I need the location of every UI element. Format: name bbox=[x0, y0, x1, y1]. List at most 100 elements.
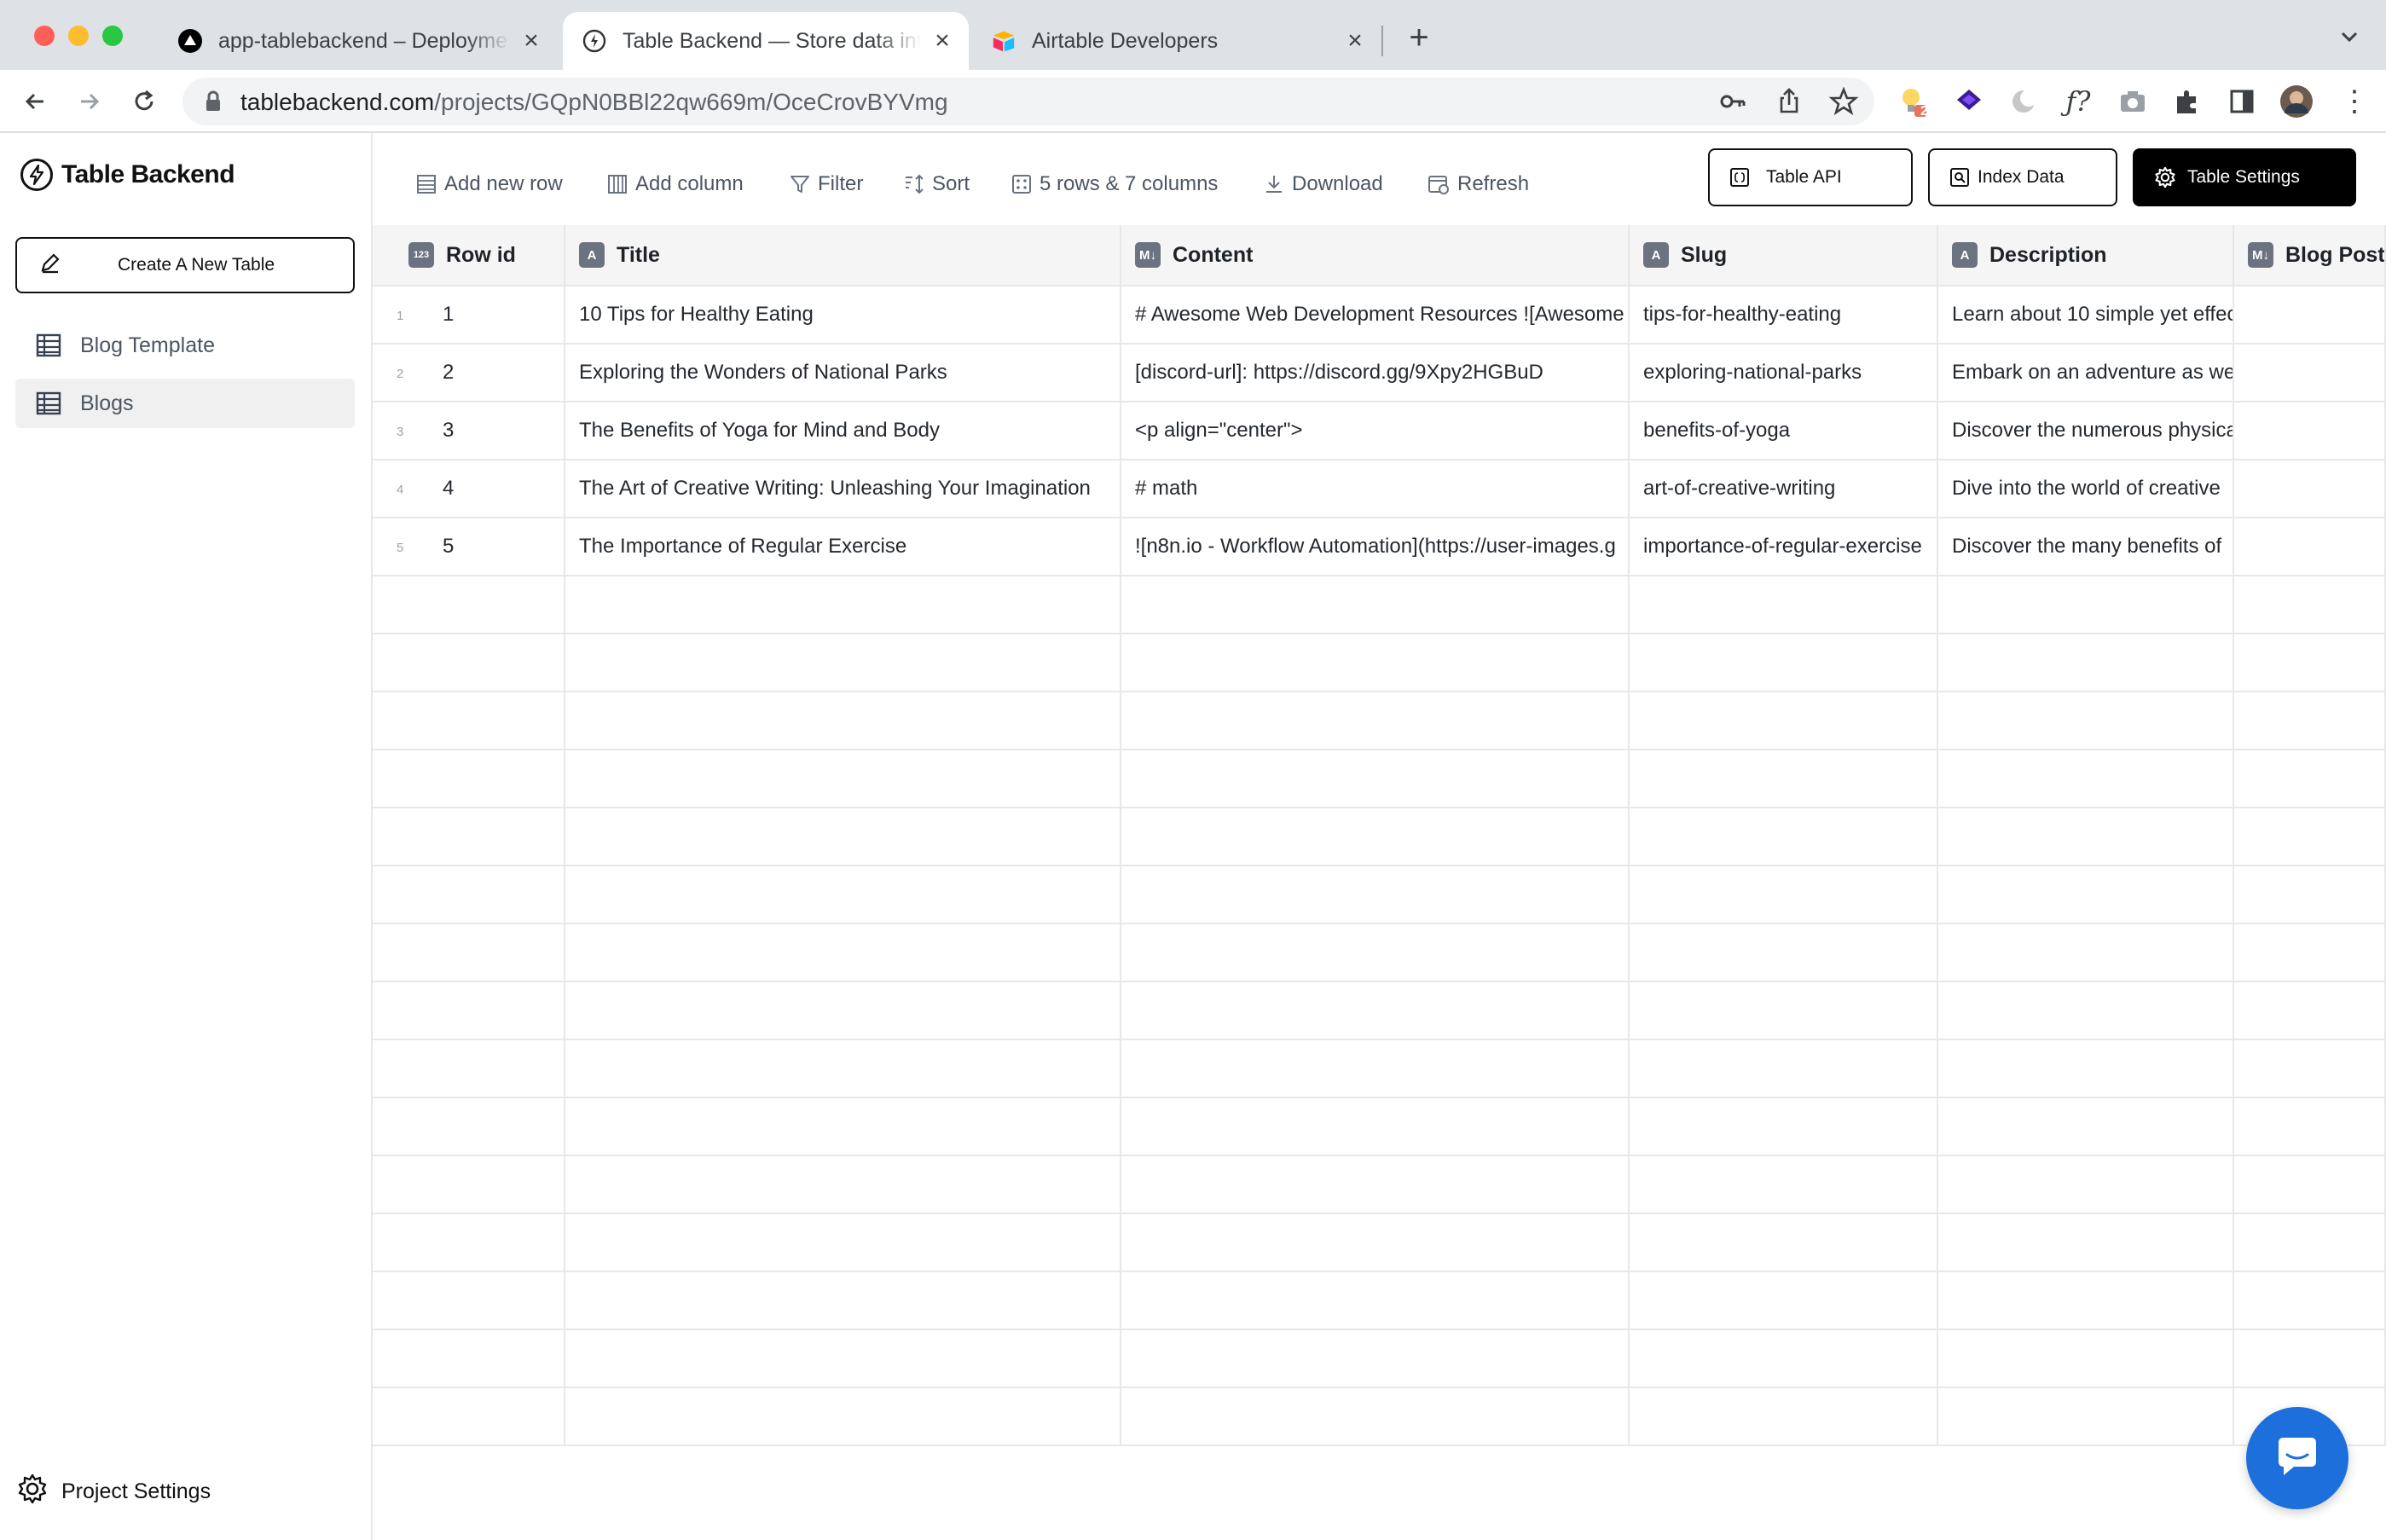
empty-cell[interactable] bbox=[1630, 692, 1938, 750]
column-header-slug[interactable]: A Slug bbox=[1630, 225, 1938, 287]
empty-cell[interactable] bbox=[373, 866, 565, 924]
reload-icon[interactable] bbox=[125, 82, 164, 121]
empty-cell[interactable] bbox=[2234, 1214, 2386, 1272]
share-icon[interactable] bbox=[1774, 86, 1804, 121]
create-table-button[interactable]: Create A New Table bbox=[15, 237, 355, 293]
empty-cell[interactable] bbox=[2234, 750, 2386, 808]
minimize-window-button[interactable] bbox=[68, 26, 89, 46]
empty-cell[interactable] bbox=[1630, 1098, 1938, 1156]
empty-cell[interactable] bbox=[1938, 1388, 2234, 1446]
table-summary[interactable]: 5 rows & 7 columns bbox=[1011, 167, 1218, 201]
empty-cell[interactable] bbox=[1121, 1330, 1630, 1388]
bookmark-star-icon[interactable] bbox=[1828, 86, 1859, 121]
add-column-button[interactable]: Add column bbox=[606, 167, 744, 201]
empty-cell[interactable] bbox=[1121, 1156, 1630, 1214]
table-cell[interactable]: 1 bbox=[373, 287, 565, 344]
empty-cell[interactable] bbox=[1938, 1272, 2234, 1330]
project-settings-button[interactable]: Project Settings bbox=[15, 1472, 211, 1512]
empty-cell[interactable] bbox=[565, 750, 1121, 808]
empty-cell[interactable] bbox=[1630, 1388, 1938, 1446]
empty-cell[interactable] bbox=[565, 1156, 1121, 1214]
empty-cell[interactable] bbox=[1938, 692, 2234, 750]
layers-extension-icon[interactable] bbox=[1949, 82, 1989, 121]
empty-cell[interactable] bbox=[1938, 866, 2234, 924]
empty-cell[interactable] bbox=[1630, 1330, 1938, 1388]
empty-cell[interactable] bbox=[565, 1330, 1121, 1388]
empty-cell[interactable] bbox=[373, 1272, 565, 1330]
empty-cell[interactable] bbox=[1938, 576, 2234, 634]
empty-cell[interactable] bbox=[1630, 924, 1938, 982]
add-row-button[interactable]: Add new row bbox=[415, 167, 563, 201]
empty-cell[interactable] bbox=[1938, 1330, 2234, 1388]
empty-cell[interactable] bbox=[2234, 924, 2386, 982]
table-cell[interactable]: 4 bbox=[373, 460, 565, 518]
table-cell[interactable]: The Benefits of Yoga for Mind and Body bbox=[565, 402, 1121, 460]
browser-tab-airtable[interactable]: Airtable Developers × bbox=[972, 12, 1381, 70]
empty-cell[interactable] bbox=[373, 1040, 565, 1098]
filter-button[interactable]: Filter bbox=[789, 167, 863, 201]
empty-cell[interactable] bbox=[373, 750, 565, 808]
empty-cell[interactable] bbox=[565, 1214, 1121, 1272]
empty-cell[interactable] bbox=[2234, 692, 2386, 750]
column-header-content[interactable]: M↓ Content bbox=[1121, 225, 1630, 287]
table-cell[interactable]: # math bbox=[1121, 460, 1630, 518]
empty-cell[interactable] bbox=[1938, 808, 2234, 866]
empty-cell[interactable] bbox=[1938, 1156, 2234, 1214]
empty-cell[interactable] bbox=[565, 692, 1121, 750]
empty-cell[interactable] bbox=[2234, 982, 2386, 1040]
empty-cell[interactable] bbox=[373, 1388, 565, 1446]
empty-cell[interactable] bbox=[373, 1098, 565, 1156]
empty-cell[interactable] bbox=[1938, 1214, 2234, 1272]
download-button[interactable]: Download bbox=[1263, 167, 1383, 201]
moon-extension-icon[interactable] bbox=[2004, 82, 2043, 121]
empty-cell[interactable] bbox=[1121, 808, 1630, 866]
empty-cell[interactable] bbox=[1121, 1098, 1630, 1156]
browser-menu-icon[interactable]: ⋮ bbox=[2335, 82, 2374, 121]
empty-cell[interactable] bbox=[1630, 634, 1938, 692]
empty-cell[interactable] bbox=[1121, 634, 1630, 692]
empty-cell[interactable] bbox=[2234, 866, 2386, 924]
empty-cell[interactable] bbox=[373, 808, 565, 866]
empty-cell[interactable] bbox=[1938, 634, 2234, 692]
sidebar-item-blog-template[interactable]: Blog Template bbox=[15, 321, 355, 370]
table-cell[interactable]: The Importance of Regular Exercise bbox=[565, 518, 1121, 576]
empty-cell[interactable] bbox=[565, 1098, 1121, 1156]
table-cell[interactable]: 5 bbox=[373, 518, 565, 576]
table-cell[interactable]: Learn about 10 simple yet effective bbox=[1938, 287, 2234, 344]
empty-cell[interactable] bbox=[2234, 808, 2386, 866]
refresh-button[interactable]: Refresh bbox=[1427, 167, 1529, 201]
chat-support-button[interactable] bbox=[2246, 1407, 2348, 1509]
column-header-blog-post[interactable]: M↓ Blog Post bbox=[2234, 225, 2386, 287]
empty-cell[interactable] bbox=[565, 982, 1121, 1040]
empty-cell[interactable] bbox=[373, 982, 565, 1040]
index-data-button[interactable]: Index Data bbox=[1928, 148, 2117, 206]
empty-cell[interactable] bbox=[1630, 1040, 1938, 1098]
close-tab-icon[interactable]: × bbox=[518, 26, 544, 55]
table-cell[interactable]: Discover the numerous physical bbox=[1938, 402, 2234, 460]
table-api-button[interactable]: Table API bbox=[1708, 148, 1913, 206]
column-header-row-id[interactable]: 123 Row id bbox=[373, 225, 565, 287]
table-cell[interactable]: 10 Tips for Healthy Eating bbox=[565, 287, 1121, 344]
empty-cell[interactable] bbox=[1630, 576, 1938, 634]
table-cell[interactable]: Discover the many benefits of bbox=[1938, 518, 2234, 576]
table-cell[interactable]: 2 bbox=[373, 344, 565, 402]
empty-cell[interactable] bbox=[373, 1214, 565, 1272]
empty-cell[interactable] bbox=[565, 808, 1121, 866]
empty-cell[interactable] bbox=[565, 866, 1121, 924]
table-settings-button[interactable]: Table Settings bbox=[2133, 148, 2356, 206]
empty-cell[interactable] bbox=[565, 924, 1121, 982]
empty-cell[interactable] bbox=[2234, 634, 2386, 692]
empty-cell[interactable] bbox=[373, 1330, 565, 1388]
table-cell[interactable]: exploring-national-parks bbox=[1630, 344, 1938, 402]
empty-cell[interactable] bbox=[1630, 1214, 1938, 1272]
table-cell[interactable]: ![n8n.io - Workflow Automation](https://… bbox=[1121, 518, 1630, 576]
empty-cell[interactable] bbox=[1121, 924, 1630, 982]
empty-cell[interactable] bbox=[1938, 924, 2234, 982]
camera-extension-icon[interactable] bbox=[2113, 82, 2152, 121]
empty-cell[interactable] bbox=[565, 634, 1121, 692]
empty-cell[interactable] bbox=[1121, 750, 1630, 808]
empty-cell[interactable] bbox=[373, 634, 565, 692]
empty-cell[interactable] bbox=[373, 924, 565, 982]
table-cell[interactable] bbox=[2234, 287, 2386, 344]
empty-cell[interactable] bbox=[2234, 576, 2386, 634]
